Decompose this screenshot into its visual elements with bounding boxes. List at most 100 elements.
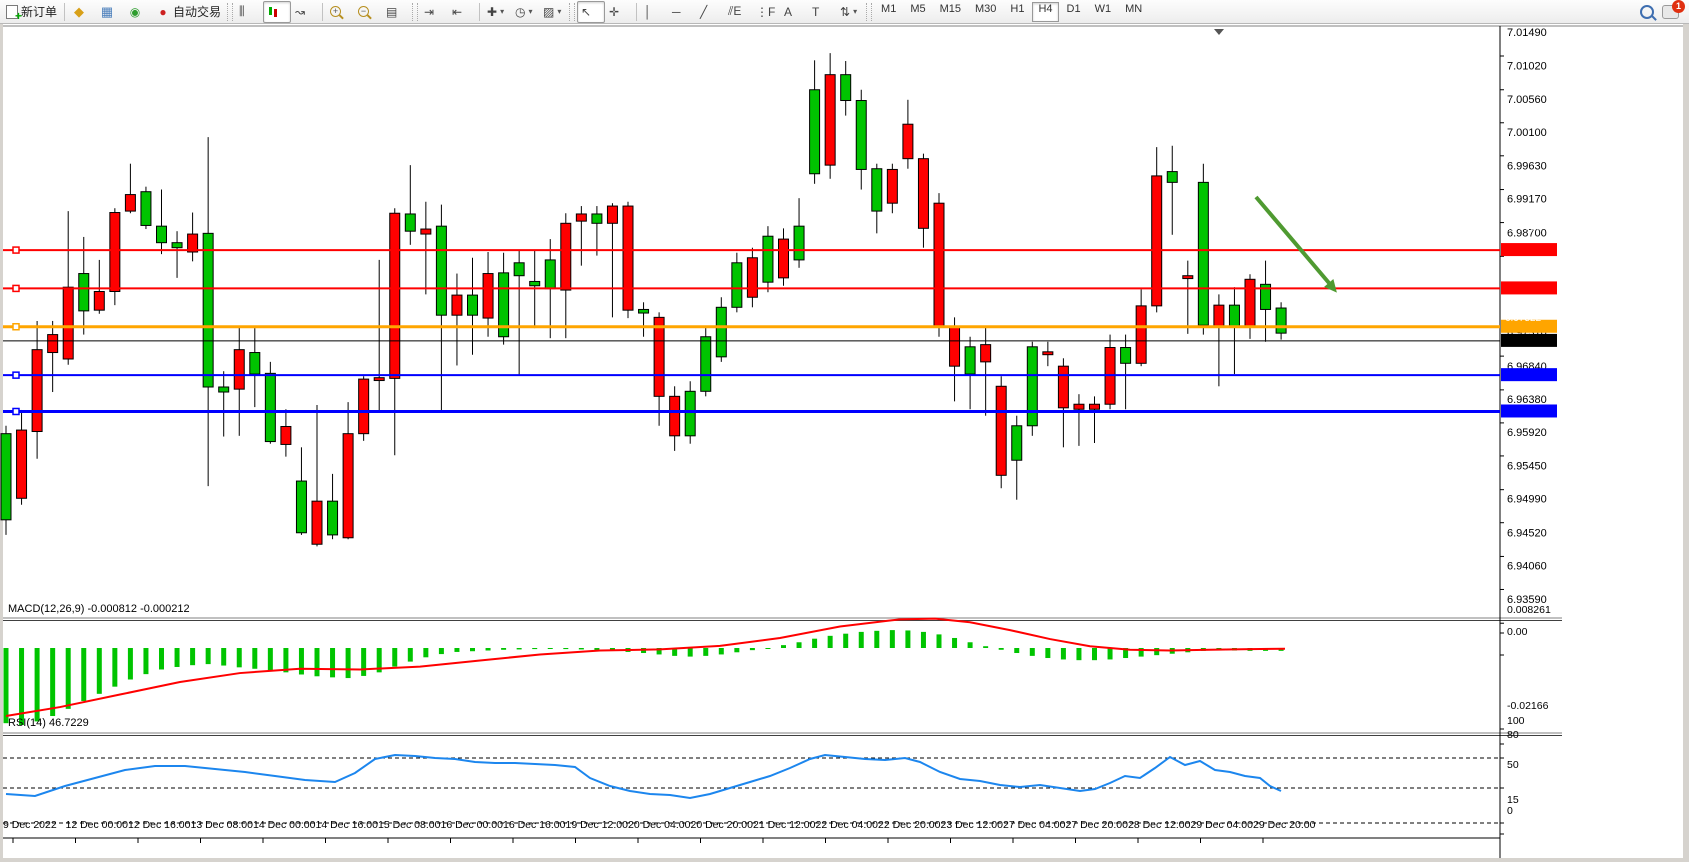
candle: [421, 229, 431, 234]
candle: [359, 379, 369, 434]
new-order-button-label: 新订单: [21, 3, 57, 20]
text-label-icon: T: [812, 5, 819, 19]
timeframe-m5-button[interactable]: M5: [904, 2, 931, 22]
charts-button[interactable]: ▦: [96, 1, 124, 23]
macd-axis-label: -0.02166: [1507, 700, 1549, 712]
cursor-button[interactable]: ↖: [577, 1, 605, 23]
time-axis-label: 20 Dec 20:00: [691, 819, 754, 831]
autotrading-button[interactable]: ●自动交易: [152, 1, 225, 23]
price-level-badge-label: 6.96539: [1505, 383, 1542, 394]
time-axis-label: 23 Dec 12:00: [941, 819, 1004, 831]
tile-windows-button[interactable]: ▤: [382, 1, 410, 23]
chat-icon[interactable]: 1: [1662, 5, 1679, 19]
timeframe-h1-button[interactable]: H1: [1004, 2, 1030, 22]
macd-bar: [999, 648, 1004, 650]
timeframe-m1-button[interactable]: M1: [875, 2, 902, 22]
candle: [234, 350, 244, 389]
timeframe-mn-button[interactable]: MN: [1119, 2, 1148, 22]
macd-bar: [843, 634, 848, 648]
trendline-button[interactable]: ╱: [696, 1, 724, 23]
current-price-label: 6.97522: [1505, 313, 1542, 324]
candle: [996, 386, 1006, 475]
candle: [903, 124, 913, 158]
price-axis-label: 7.00560: [1507, 94, 1547, 106]
templates-button[interactable]: ▨▾: [539, 1, 567, 23]
crosshair-button[interactable]: ✛: [605, 1, 633, 23]
macd-bar: [750, 648, 755, 650]
candle: [716, 307, 726, 357]
horizontal-line-button[interactable]: ─: [668, 1, 696, 23]
timeframe-h4-button[interactable]: H4: [1032, 2, 1058, 22]
periods-button[interactable]: ◷▾: [511, 1, 539, 23]
tile-windows-icon: ▤: [386, 5, 397, 19]
channel-button[interactable]: ⫽E: [724, 1, 752, 23]
fibonacci-button[interactable]: ⋮F: [752, 1, 780, 23]
vertical-line-button[interactable]: │: [640, 1, 668, 23]
macd-bar: [190, 648, 195, 665]
zoom-in-icon: +: [330, 6, 341, 17]
timeframe-m15-button[interactable]: M15: [934, 2, 967, 22]
timeframe-m30-button[interactable]: M30: [969, 2, 1002, 22]
macd-bar: [206, 648, 211, 664]
zoom-out-button[interactable]: −: [354, 1, 382, 23]
time-axis-label: 28 Dec 12:00: [1128, 819, 1191, 831]
chevron-down-icon: ▾: [557, 7, 561, 16]
macd-axis-label: 0.00: [1507, 626, 1528, 638]
line-handle[interactable]: [13, 408, 19, 414]
line-handle[interactable]: [13, 285, 19, 291]
macd-bar: [128, 648, 133, 680]
macd-bar: [532, 648, 537, 649]
indicators-button[interactable]: ✚▾: [483, 1, 511, 23]
candle: [841, 75, 851, 101]
search-icon[interactable]: [1640, 5, 1654, 19]
bar-chart-button[interactable]: ⫼: [235, 1, 263, 23]
charts-icon: ▦: [100, 5, 114, 19]
candle: [747, 258, 757, 297]
toolbar-grip: [866, 3, 872, 21]
timeframe-d1-button[interactable]: D1: [1061, 2, 1087, 22]
macd-bar: [703, 648, 708, 656]
line-chart-button[interactable]: ↝: [291, 1, 319, 23]
rsi-axis-label: 100: [1507, 715, 1525, 727]
new-order-button[interactable]: 新订单: [2, 1, 61, 23]
arrows-button[interactable]: ⇅▾: [836, 1, 864, 23]
signals-button[interactable]: ◉: [124, 1, 152, 23]
candle: [63, 287, 73, 359]
candle: [1043, 352, 1053, 355]
macd-bar: [859, 632, 864, 648]
time-axis-label: 29 Dec 04:00: [1191, 819, 1254, 831]
candle: [701, 337, 711, 392]
timeframe-w1-button[interactable]: W1: [1089, 2, 1118, 22]
macd-bar: [563, 648, 568, 649]
vertical-line-icon: │: [644, 5, 652, 19]
candlestick-button[interactable]: [263, 1, 291, 23]
price-level-badge-label: 6.98787: [1505, 222, 1542, 233]
price-axis-label: 6.94990: [1507, 494, 1547, 506]
candle: [32, 350, 42, 432]
market-watch-button[interactable]: ◆: [68, 1, 96, 23]
trendline-icon: ╱: [700, 5, 707, 19]
candle: [887, 169, 897, 203]
line-handle[interactable]: [13, 247, 19, 253]
candle: [1198, 182, 1208, 325]
rsi-axis-label: 80: [1507, 729, 1519, 741]
candle: [1167, 172, 1177, 183]
macd-bar: [439, 648, 444, 654]
candle: [483, 274, 493, 319]
chart-shift-button[interactable]: ⇤: [448, 1, 476, 23]
candle: [623, 206, 633, 310]
text-label-button[interactable]: T: [808, 1, 836, 23]
chart-canvas[interactable]: 7.014907.010207.005607.001006.996306.991…: [0, 24, 1689, 862]
auto-scroll-button[interactable]: ⇥: [420, 1, 448, 23]
macd-bar: [1076, 648, 1081, 660]
macd-bar: [4, 648, 9, 723]
candle: [1012, 426, 1022, 460]
text-button[interactable]: A: [780, 1, 808, 23]
line-handle[interactable]: [13, 372, 19, 378]
zoom-in-button[interactable]: +: [326, 1, 354, 23]
price-axis-label: 7.01490: [1507, 27, 1547, 39]
time-axis-label: 20 Dec 04:00: [628, 819, 691, 831]
line-handle[interactable]: [13, 324, 19, 330]
candle: [1074, 404, 1084, 409]
time-axis-label: 16 Dec 16:00: [503, 819, 566, 831]
